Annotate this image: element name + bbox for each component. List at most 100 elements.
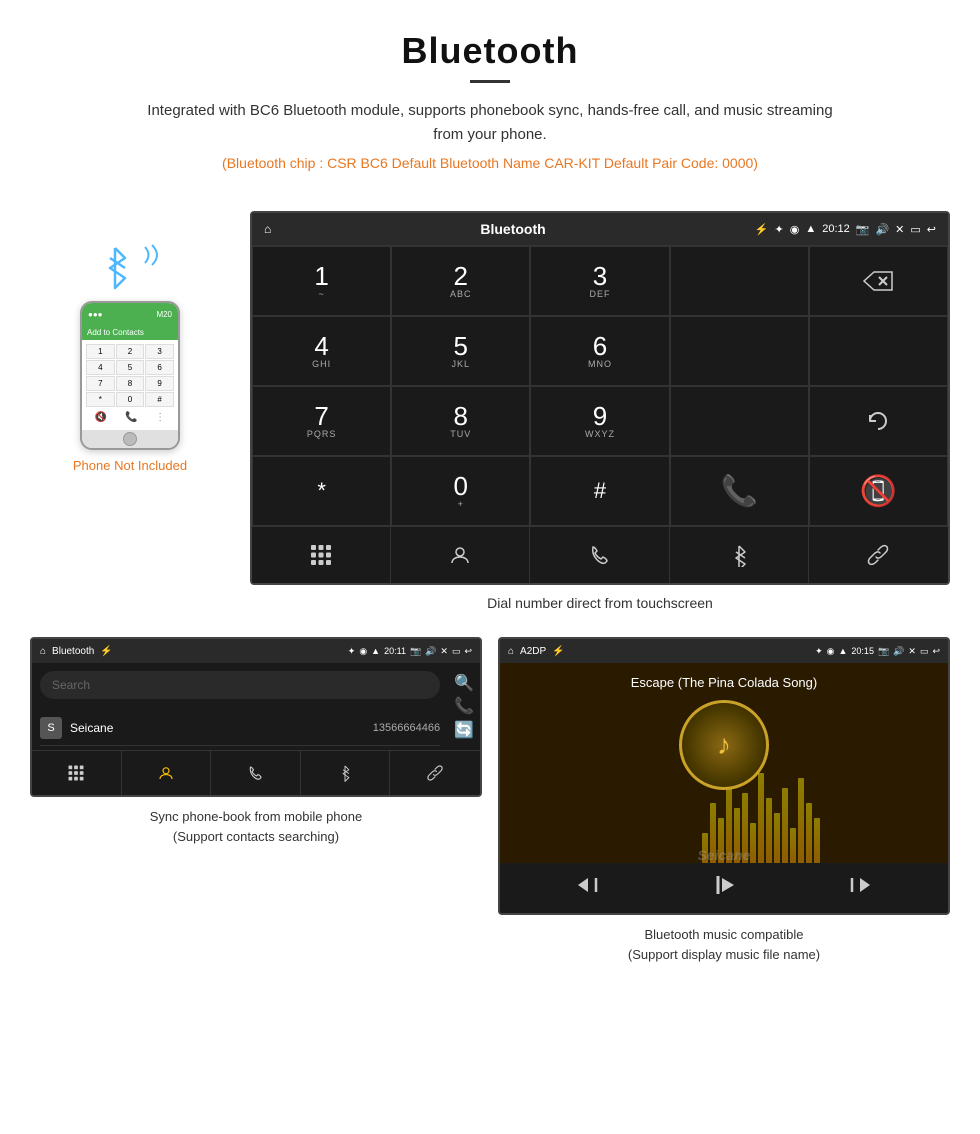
phonebook-entry-seicane[interactable]: S Seicane 13566664466 — [40, 711, 440, 746]
a2dp-screen-icon[interactable]: ▭ — [920, 646, 929, 657]
keypad-icon — [309, 543, 333, 567]
pb-phone-side-icon[interactable]: 📞 — [454, 696, 474, 716]
dial-end-button[interactable]: 📵 — [809, 456, 948, 526]
phonebook-home-icon[interactable]: ⌂ — [40, 646, 46, 657]
home-icon[interactable]: ⌂ — [264, 222, 271, 236]
phone-key-6[interactable]: 6 — [145, 360, 174, 375]
dial-empty-2 — [809, 316, 948, 386]
dial-caption: Dial number direct from touchscreen — [250, 595, 950, 611]
statusbar-title: Bluetooth — [480, 221, 545, 237]
back-icon[interactable]: ↩ — [927, 223, 936, 236]
phone-key-star[interactable]: * — [86, 392, 115, 407]
status-time: 20:12 — [822, 223, 850, 235]
pb-nav-bluetooth[interactable] — [301, 751, 391, 795]
dial-key-8[interactable]: 8 TUV — [391, 386, 530, 456]
dial-backspace[interactable] — [809, 246, 948, 316]
phone-key-8[interactable]: 8 — [116, 376, 145, 391]
phone-key-0[interactable]: 0 — [116, 392, 145, 407]
dial-key-4[interactable]: 4 GHI — [252, 316, 391, 386]
phone-top-text: ●●● — [88, 310, 156, 319]
phone-menu-icon[interactable]: ⋮ — [155, 412, 165, 423]
dial-empty-1 — [670, 316, 809, 386]
pb-nav-keypad[interactable] — [32, 751, 122, 795]
phone-call-icon[interactable]: 📞 — [125, 412, 137, 423]
phonebook-search-bar[interactable]: Search — [40, 671, 440, 699]
pb-nav-contacts[interactable] — [122, 751, 212, 795]
nav-keypad[interactable] — [252, 527, 391, 583]
phone-key-5[interactable]: 5 — [116, 360, 145, 375]
pb-refresh-side-icon[interactable]: 🔄 — [454, 720, 474, 740]
link-icon — [866, 543, 890, 567]
phonebook-caption-line2: (Support contacts searching) — [173, 829, 339, 844]
pb-close-icon[interactable]: ✕ — [440, 646, 448, 657]
a2dp-vol-icon[interactable]: 🔊 — [893, 646, 904, 657]
eq-bar — [790, 828, 796, 863]
phonebook-statusbar: ⌂ Bluetooth ⚡ ✦ ◉ ▲ 20:11 📷 🔊 ✕ ▭ ↩ — [32, 639, 480, 663]
pb-contacts-active-icon — [157, 764, 175, 782]
phonebook-title: Bluetooth — [52, 646, 94, 657]
nav-phone[interactable] — [530, 527, 669, 583]
phone-key-3[interactable]: 3 — [145, 344, 174, 359]
a2dp-camera-icon[interactable]: 📷 — [878, 646, 889, 657]
dial-key-2[interactable]: 2 ABC — [391, 246, 530, 316]
pb-nav-link[interactable] — [390, 751, 480, 795]
phone-key-7[interactable]: 7 — [86, 376, 115, 391]
volume-icon[interactable]: 🔊 — [875, 223, 889, 236]
dial-key-5[interactable]: 5 JKL — [391, 316, 530, 386]
a2dp-screen-wrap: ⌂ A2DP ⚡ ✦ ◉ ▲ 20:15 📷 🔊 ✕ ▭ ↩ — [498, 637, 950, 964]
phonebook-caption-line1: Sync phone-book from mobile phone — [150, 809, 362, 824]
a2dp-back-icon[interactable]: ↩ — [932, 646, 940, 657]
pb-camera-icon[interactable]: 📷 — [410, 646, 421, 657]
phone-key-1[interactable]: 1 — [86, 344, 115, 359]
camera-icon[interactable]: 📷 — [856, 223, 870, 236]
pb-search-side-icon[interactable]: 🔍 — [454, 673, 474, 693]
dial-key-0[interactable]: 0 + — [391, 456, 530, 526]
dial-key-1[interactable]: 1 ~ — [252, 246, 391, 316]
phone-key-hash[interactable]: # — [145, 392, 174, 407]
nav-bluetooth-nav[interactable] — [670, 527, 809, 583]
a2dp-album-art: ♪ — [679, 700, 769, 790]
dial-empty-3 — [670, 386, 809, 456]
phone-mockup: ●●● M20 Add to Contacts 1 2 3 4 5 6 7 8 … — [80, 301, 180, 450]
dial-android-screen: ⌂ Bluetooth ⚡ ✦ ◉ ▲ 20:12 📷 🔊 ✕ ▭ ↩ — [250, 211, 950, 585]
pb-vol-icon[interactable]: 🔊 — [425, 646, 436, 657]
phonebook-list-area: Search S Seicane 13566664466 — [32, 663, 448, 750]
a2dp-loc-icon: ◉ — [827, 646, 835, 657]
dial-key-7[interactable]: 7 PQRS — [252, 386, 391, 456]
dial-key-3[interactable]: 3 DEF — [530, 246, 669, 316]
page-description: Integrated with BC6 Bluetooth module, su… — [140, 99, 840, 147]
pb-bluetooth-icon: ✦ — [348, 646, 356, 657]
statusbar-left: ⌂ — [264, 222, 271, 236]
a2dp-prev-button[interactable] — [576, 874, 598, 902]
phone-home-button[interactable] — [123, 432, 137, 446]
screen-icon[interactable]: ▭ — [910, 223, 920, 236]
phone-key-2[interactable]: 2 — [116, 344, 145, 359]
phone-key-4[interactable]: 4 — [86, 360, 115, 375]
phone-top-bar: ●●● M20 — [82, 303, 178, 325]
dial-key-9[interactable]: 9 WXYZ — [530, 386, 669, 456]
eq-bar — [782, 788, 788, 863]
close-icon[interactable]: ✕ — [895, 223, 904, 236]
pb-back-icon[interactable]: ↩ — [464, 646, 472, 657]
phone-key-9[interactable]: 9 — [145, 376, 174, 391]
phone-speaker-icon[interactable]: 🔇 — [95, 412, 107, 423]
dial-key-star[interactable]: * — [252, 456, 391, 526]
entry-name: Seicane — [70, 721, 365, 735]
nav-contacts[interactable] — [391, 527, 530, 583]
a2dp-home-icon[interactable]: ⌂ — [508, 646, 514, 657]
nav-link[interactable] — [809, 527, 948, 583]
dial-call-button[interactable]: 📞 — [670, 456, 809, 526]
pb-nav-phone[interactable] — [211, 751, 301, 795]
pb-screen-icon[interactable]: ▭ — [452, 646, 461, 657]
a2dp-close-icon[interactable]: ✕ — [908, 646, 916, 657]
dial-grid: 1 ~ 2 ABC 3 DEF — [252, 245, 948, 526]
dial-key-6[interactable]: 6 MNO — [530, 316, 669, 386]
a2dp-title: A2DP — [520, 646, 546, 657]
a2dp-play-button[interactable] — [710, 871, 738, 905]
dial-refresh-button[interactable] — [809, 386, 948, 456]
a2dp-next-button[interactable] — [850, 874, 872, 902]
dial-key-hash[interactable]: # — [530, 456, 669, 526]
pb-location-icon: ◉ — [359, 646, 367, 657]
eq-bar — [710, 803, 716, 863]
eq-bar — [806, 803, 812, 863]
